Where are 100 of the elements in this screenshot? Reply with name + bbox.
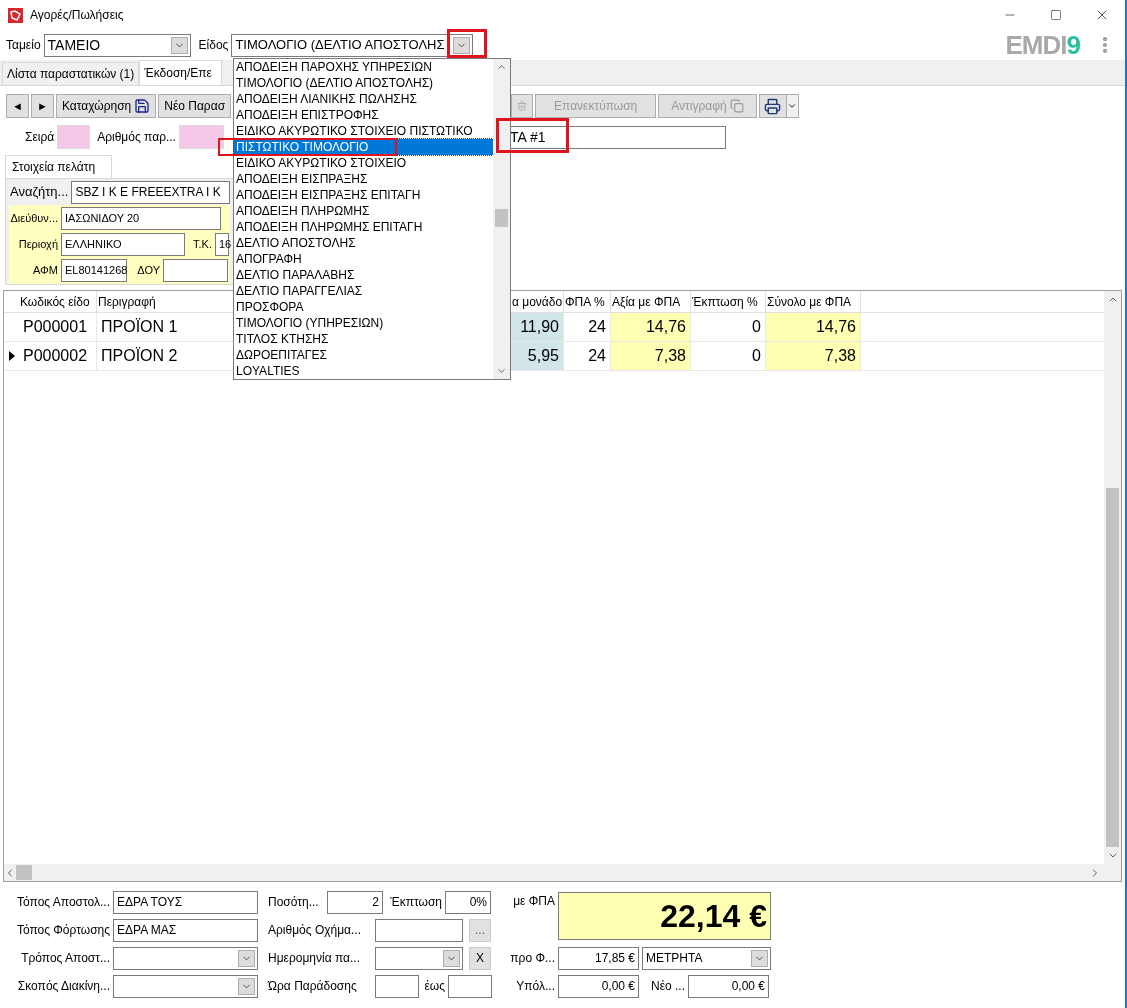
column-header[interactable]: ΦΠΑ % [564, 291, 611, 312]
shipping-field[interactable]: ΕΔΡΑ ΤΟΥΣ [113, 890, 258, 914]
field-label: Περιοχή [17, 237, 58, 253]
annotation-frame [447, 29, 487, 58]
document-type-select[interactable]: ΤΙΜΟΛΟΓΙΟ (ΔΕΛΤΙΟ ΑΠΟΣΤΟΛΗΣ [231, 33, 474, 57]
dropdown-option[interactable]: ΤΙΜΟΛΟΓΙΟ (ΥΠΗΡΕΣΙΩΝ) [234, 315, 493, 331]
window-title: Αγορές/Πωλήσεις [30, 7, 124, 24]
field-label: Τόπος Αποστολ... [16, 894, 110, 911]
maximize-icon [1050, 9, 1062, 21]
horizontal-scrollbar[interactable] [4, 864, 1121, 881]
field-label: Τ.Κ. [192, 237, 212, 253]
field-label: Ώρα Παράδοσης [268, 978, 358, 995]
new-balance-field[interactable]: 0,00 € [688, 974, 769, 998]
dropdown-option[interactable]: ΑΠΟΔΕΙΞΗ ΠΑΡΟΧΗΣ ΥΠΗΡΕΣΙΩΝ [234, 59, 493, 75]
save-button[interactable]: Καταχώρηση [56, 94, 157, 118]
series-field[interactable] [57, 125, 91, 149]
dropdown-option[interactable]: ΤΙΜΟΛΟΓΙΟ (ΔΕΛΤΙΟ ΑΠΟΣΤΟΛΗΣ) [234, 75, 493, 91]
dropdown-option[interactable]: ΕΙΔΙΚΟ ΑΚΥΡΩΤΙΚΟ ΣΤΟΙΧΕΙΟ ΠΙΣΤΩΤΙΚΟ [234, 123, 493, 139]
scroll-thumb[interactable] [1106, 488, 1119, 847]
field-label: ΔΟΥ [136, 263, 160, 279]
dropdown-option[interactable]: ΑΠΟΔΕΙΞΗ ΕΙΣΠΡΑΞΗΣ ΕΠΙΤΑΓΗ [234, 187, 493, 203]
column-header[interactable]: Αξία με ΦΠΑ [611, 291, 691, 312]
quantity-field[interactable]: 2 [327, 890, 383, 914]
dropdown-option[interactable]: ΔΩΡΟΕΠΙΤΑΓΕΣ [234, 347, 493, 363]
zip-field[interactable]: 16 [215, 233, 229, 256]
dropdown-option[interactable]: ΑΠΟΔΕΙΞΗ ΛΙΑΝΙΚΗΣ ΠΩΛΗΣΗΣ [234, 91, 493, 107]
scroll-thumb[interactable] [16, 865, 32, 880]
table-cell: 5,95 [511, 342, 564, 370]
dropdown-option[interactable]: ΑΠΟΔΕΙΞΗ ΕΙΣΠΡΑΞΗΣ [234, 171, 493, 187]
balance-field[interactable]: 0,00 € [558, 974, 639, 998]
table-cell: 7,38 [611, 342, 691, 370]
tab[interactable]: Λίστα παραστατικών (1) [2, 62, 140, 85]
time-to-field[interactable] [448, 974, 492, 998]
field-label: Νέο ... [649, 978, 685, 995]
area-field[interactable]: ΕΛΛΗΝΙΚΟ [61, 233, 185, 256]
dropdown-option[interactable]: ΔΕΛΤΙΟ ΠΑΡΑΛΑΒΗΣ [234, 267, 493, 283]
field-label: Τρόπος Αποστ... [20, 950, 110, 967]
customer-search-field[interactable]: SBZ I K E FREEEXTRA I K [71, 180, 231, 204]
tax-office-field[interactable] [163, 259, 228, 282]
shipping-select[interactable] [113, 946, 258, 970]
dropdown-option[interactable]: ΑΠΟΔΕΙΞΗ ΕΠΙΣΤΡΟΦΗΣ [234, 107, 493, 123]
field-label: Αριθμός παρ... [97, 129, 176, 146]
column-header[interactable]: Έκπτωση % [691, 291, 766, 312]
address-field[interactable]: ΙΑΣΩΝΙΔΟΥ 20 [61, 207, 221, 230]
dropdown-option[interactable]: ΕΙΔΙΚΟ ΑΚΥΡΩΤΙΚΟ ΣΤΟΙΧΕΙΟ [234, 155, 493, 171]
vehicle-field[interactable] [375, 918, 463, 942]
shipping-field[interactable]: ΕΔΡΑ ΜΑΣ [113, 918, 258, 942]
logo: EMDI9 [1005, 28, 1080, 62]
date-picker[interactable] [375, 946, 463, 970]
tab[interactable]: Έκδοση/Επε [139, 60, 223, 85]
chevron-down-icon [453, 36, 471, 54]
clear-date-button[interactable]: X [469, 946, 491, 970]
discount-field[interactable]: 0% [445, 890, 491, 914]
cashbox-select[interactable]: ΤΑΜΕΙΟ [43, 33, 191, 57]
field-label: Ποσότη... [268, 894, 320, 911]
total-amount: 22,14 € [558, 892, 771, 940]
dropdown-option[interactable]: ΑΠΟΓΡΑΦΗ [234, 251, 493, 267]
payment-method-select[interactable]: ΜΕΤΡΗΤΑ [642, 946, 771, 970]
dropdown-scrollbar[interactable] [493, 59, 510, 379]
printer-icon [764, 97, 782, 115]
time-from-field[interactable] [375, 974, 419, 998]
toolbar-button[interactable]: Νέο Παρασ [158, 94, 232, 118]
dropdown-option[interactable]: ΑΠΟΔΕΙΞΗ ΠΛΗΡΩΜΗΣ ΕΠΙΤΑΓΗ [234, 219, 493, 235]
nav-arrow-button[interactable]: ► [31, 94, 54, 118]
print-button[interactable] [758, 94, 787, 118]
field-label: Διεύθυν... [9, 211, 58, 227]
copy-icon [729, 99, 744, 113]
chevron-down-icon [238, 977, 255, 995]
caret-icon [787, 101, 798, 111]
net-amount-field[interactable]: 17,85 € [558, 946, 639, 970]
column-header[interactable]: Σύνολο με ΦΠΑ [766, 291, 861, 312]
vat-field[interactable]: EL80141268 [61, 259, 127, 282]
field-label: προ Φ... [509, 950, 555, 967]
dropdown-option[interactable]: ΔΕΛΤΙΟ ΑΠΟΣΤΟΛΗΣ [234, 235, 493, 251]
field-label: έως [423, 978, 445, 995]
nav-arrow-button[interactable]: ◄ [6, 94, 29, 118]
vertical-scrollbar[interactable] [1104, 291, 1121, 864]
field-label: ΑΦΜ [32, 263, 58, 279]
field-label: Αριθμός Οχήμα... [268, 922, 363, 939]
table-cell: 14,76 [766, 313, 861, 341]
field-label: με ΦΠΑ [512, 893, 555, 910]
customer-tab[interactable]: Στοιχεία πελάτη [5, 155, 112, 178]
chevron-down-icon [170, 36, 188, 54]
field-label: Ημερομηνία πα... [268, 950, 361, 967]
chevron-down-icon [751, 949, 768, 967]
number-field[interactable] [178, 125, 224, 149]
shipping-select[interactable] [113, 974, 258, 998]
dropdown-option[interactable]: ΠΙΣΤΩΤΙΚΟ ΤΙΜΟΛΟΓΙΟ [234, 139, 493, 155]
column-header[interactable]: Κωδικός είδο [19, 291, 97, 312]
dropdown-option[interactable]: ΠΡΟΣΦΟΡΑ [234, 299, 493, 315]
scroll-thumb[interactable] [495, 209, 508, 227]
field-label: Τόπος Φόρτωσης [15, 922, 110, 939]
dropdown-option[interactable]: ΑΠΟΔΕΙΞΗ ΠΛΗΡΩΜΗΣ [234, 203, 493, 219]
save-icon [134, 98, 151, 114]
dropdown-option[interactable]: ΔΕΛΤΙΟ ΠΑΡΑΓΓΕΛΙΑΣ [234, 283, 493, 299]
browse-button[interactable]: ... [469, 918, 491, 942]
app-icon [8, 7, 23, 23]
field-label: Ταμείο [6, 37, 41, 54]
chevron-down-icon [443, 949, 460, 967]
field-label: Υπόλ... [515, 978, 555, 995]
